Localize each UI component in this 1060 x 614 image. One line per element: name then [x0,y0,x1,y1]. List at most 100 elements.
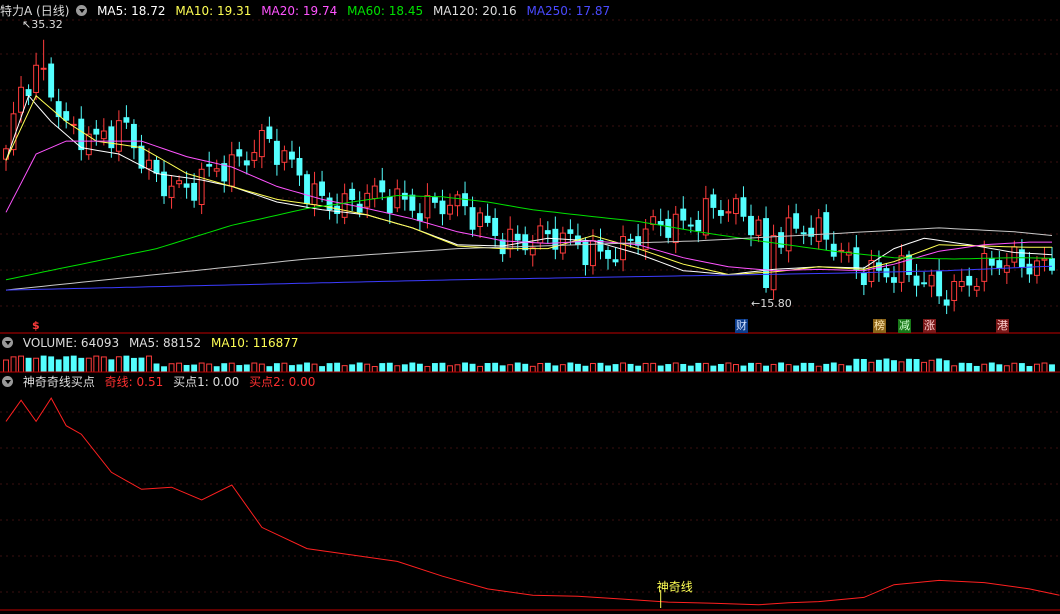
indicator-name[interactable]: 神奇奇线买点 [23,375,95,389]
volume-bar-up [868,361,875,373]
candle-down [409,194,416,211]
volume-bar-up [371,366,378,373]
candle-up [1011,246,1018,263]
legend-ma250: MA250: 17.87 [526,4,611,18]
candle-down [943,299,950,306]
candle-down [823,212,830,240]
volume-panel-header: VOLUME: 64093 MA5: 88152 MA10: 116877 [0,335,305,351]
volume-bar-down [552,365,559,373]
candle-down [988,257,995,266]
candle-up [815,217,822,242]
indicator-menu-icon[interactable] [2,376,13,387]
volume-bar-down [334,362,341,373]
volume-bar-down [748,362,754,373]
volume-bar-down [243,364,250,373]
candle-down [687,224,694,227]
volume-bar-down [484,363,491,373]
candle-up [176,180,183,185]
volume-bar-down [296,364,303,373]
candle-up [928,274,935,287]
volume-ma5: MA5: 88152 [128,336,202,350]
volume-bar-down [582,365,589,373]
volume-bar-up [755,362,762,373]
volume-bar-down [349,364,356,373]
volume-bar-up [364,363,371,373]
panel-menu-icon[interactable] [76,5,88,16]
volume-bar-down [717,363,724,373]
candle-up [33,64,40,93]
volume-bar-up [251,362,258,373]
volume-bar-up [18,355,24,373]
candle-down [334,205,341,214]
candle-down [665,218,672,238]
volume-bar-up [672,362,679,373]
volume-bar-up [258,363,265,373]
candlestick-series [3,39,1055,315]
candle-down [635,236,642,246]
volume-bar-down [800,362,807,373]
event-marker-reduce[interactable]: 减 [898,319,911,333]
candle-down [966,275,973,286]
candle-up [1034,260,1040,276]
volume-menu-icon[interactable] [2,337,13,348]
candle-down [469,207,476,230]
volume-bar-down [891,360,897,373]
volume-bar-down [996,364,1003,373]
volume-bar-down [289,365,295,373]
volume-ma10: MA10: 116877 [211,336,299,350]
volume-bar-down [108,359,115,373]
volume-bar-down [665,364,672,373]
volume-bar-down [943,360,950,373]
candle-up [18,86,24,113]
volume-bar-up [33,357,40,373]
indicator-line [5,397,1060,608]
event-marker-list[interactable]: 榜 [873,319,886,333]
volume-bar-down [40,355,47,373]
candle-down [153,159,160,174]
candle-down [567,229,574,234]
candle-down [484,215,491,223]
candle-down [793,213,800,229]
candle-up [447,204,453,215]
candle-down [123,117,130,123]
volume-bar-up [100,356,107,373]
signal-label: 神奇线 [656,580,693,594]
event-marker-finance[interactable]: 财 [735,319,748,333]
candle-up [311,183,318,206]
volume-bar-up [477,365,484,373]
volume-bar-up [394,365,401,373]
candle-down [582,241,589,266]
candle-down [349,188,356,200]
volume-bar-up [590,362,596,373]
volume-bar-down [657,365,664,373]
candle-down [439,200,446,215]
candle-down [236,149,243,157]
volume-bar-down [853,358,860,373]
volume-bar-down [409,362,416,373]
volume-bar-up [447,365,453,373]
stock-name[interactable]: 特力A [0,4,32,18]
candle-up [454,194,461,207]
volume-bar-down [221,363,228,373]
volume-bar-down [567,362,574,373]
candle-up [100,130,107,140]
volume-bars [3,355,1055,373]
candle-down [304,174,310,205]
stock-chart-canvas[interactable] [0,0,1060,614]
volume-bar-down [401,364,408,373]
low-arrow-icon: ← [751,297,761,310]
volume-bar-down [988,362,995,373]
candle-down [710,194,717,208]
event-marker-dividend[interactable]: $ [31,319,41,333]
candle-up [702,198,709,236]
event-marker-limit-up[interactable]: 涨 [923,319,936,333]
event-marker-hk[interactable]: 港 [996,319,1009,333]
candle-down [605,250,611,259]
volume-bar-up [702,362,709,373]
candle-up [424,195,431,219]
volume-bar-down [1018,363,1025,373]
indicator-line-qixian [5,397,1060,606]
candle-up [341,193,348,218]
volume-bar-down [386,362,393,373]
candle-up [477,212,484,227]
